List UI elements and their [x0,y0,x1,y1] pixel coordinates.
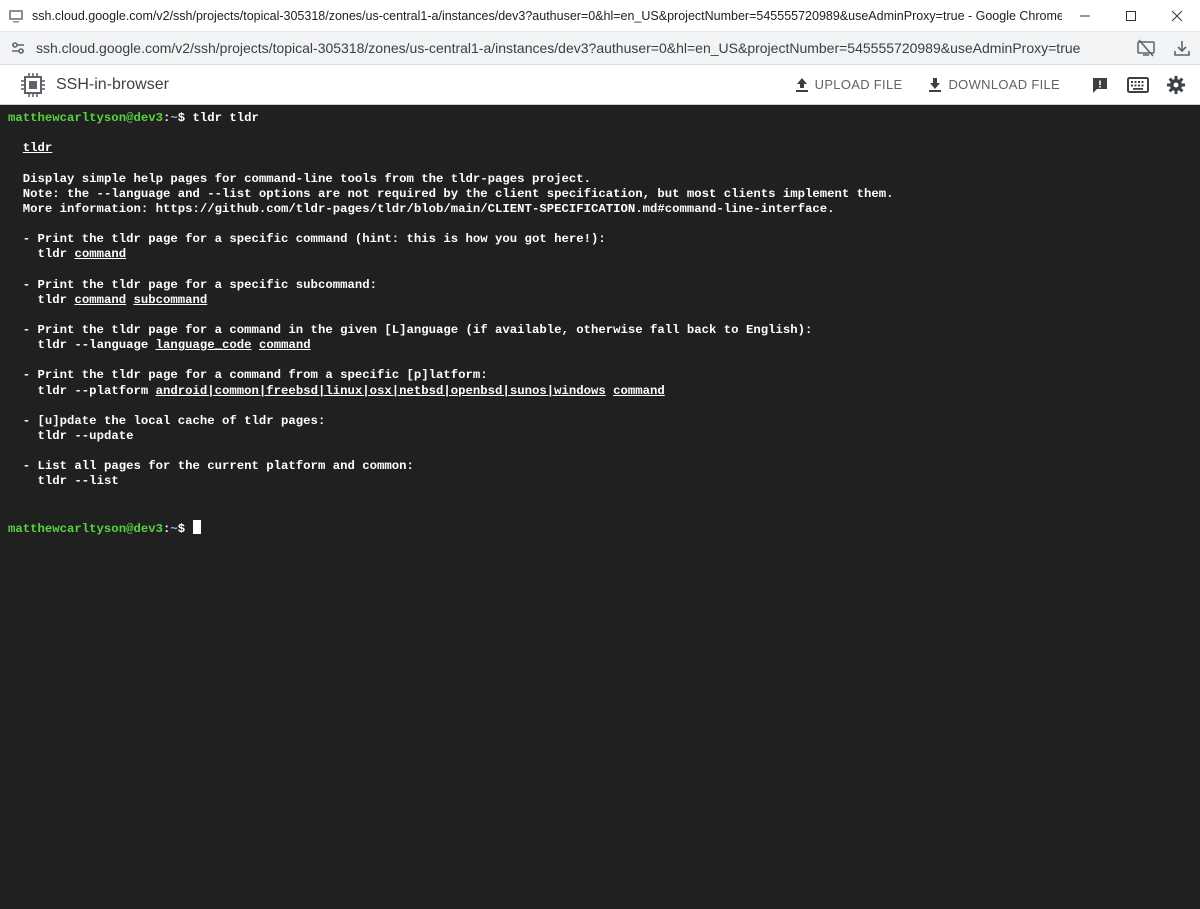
upload-icon [795,77,808,92]
gear-icon [1167,75,1185,94]
ssh-terminal-icon [9,9,23,22]
prompt-path: ~ [170,111,178,125]
keyboard-button[interactable] [1124,71,1152,99]
screen-share-off-icon [1137,39,1155,57]
prompt-symbol: $ [177,521,193,536]
maximize-button[interactable] [1108,0,1154,32]
download-file-label: DOWNLOAD FILE [948,77,1060,92]
example-command: tldr --update [8,429,1200,444]
example-description: - List all pages for the current platfor… [8,459,1200,474]
example-command: tldr command subcommand [8,293,1200,308]
example-command: tldr --platform android|common|freebsd|l… [8,384,1200,399]
command-literal: tldr --update [37,428,134,443]
example-command: tldr --language language_code command [8,338,1200,353]
description-line: More information: https://github.com/tld… [8,202,1200,217]
description-block: Display simple help pages for command-li… [8,172,1200,217]
example-description-text: - List all pages for the current platfor… [22,459,414,474]
url-field[interactable]: ssh.cloud.google.com/v2/ssh/projects/top… [36,40,1128,56]
keyboard-icon [1127,76,1149,93]
example-command: tldr --list [8,474,1200,489]
command-literal [252,338,259,352]
feedback-button[interactable] [1086,71,1114,99]
minimize-button[interactable] [1062,0,1108,32]
minimize-icon [1080,15,1090,16]
command-literal: tldr --language [37,338,156,353]
tldr-page-title: tldr [22,141,53,156]
description-text: More information: https://github.com/tld… [22,201,835,216]
example-description: - Print the tldr page for a specific sub… [8,278,1200,293]
example-description-text: - Print the tldr page for a specific sub… [22,277,377,292]
close-button[interactable] [1154,0,1200,32]
command-placeholder: language_code [155,338,252,353]
tune-icon [12,42,24,54]
command-placeholder: command [613,383,665,398]
prompt-user: matthewcarltyson@dev3 [8,521,163,536]
prompt-path: ~ [170,521,178,536]
ssh-toolbar: SSH-in-browser UPLOAD FILE DOWNLOAD FILE [0,65,1200,105]
command-literal: tldr --list [37,474,119,489]
download-file-button[interactable]: DOWNLOAD FILE [928,77,1060,93]
prompt-symbol: $ [177,111,193,125]
description-text: Note: the --language and --list options … [22,186,894,201]
site-info-button[interactable] [8,38,28,58]
example-description-text: - Print the tldr page for a command in t… [22,322,813,337]
command-literal: tldr [37,292,75,307]
prompt-user: matthewcarltyson@dev3 [8,111,163,125]
window-title: ssh.cloud.google.com/v2/ssh/projects/top… [32,8,1062,23]
example-description-text: - Print the tldr page for a specific com… [22,232,606,247]
terminal[interactable]: matthewcarltyson@dev3:~$ tldr tldr tldr … [0,105,1200,909]
address-bar: ssh.cloud.google.com/v2/ssh/projects/top… [0,32,1200,65]
description-line: Note: the --language and --list options … [8,187,1200,202]
command-placeholder: command [74,247,127,262]
close-icon [1171,10,1183,21]
command-placeholder: subcommand [133,292,208,307]
settings-button[interactable] [1162,71,1190,99]
command-text: tldr tldr [192,111,259,125]
example-description-text: - Print the tldr page for a command from… [22,368,488,383]
description-text: Display simple help pages for command-li… [22,171,591,186]
download-icon [929,77,942,92]
download-tray-icon [1174,41,1190,56]
compute-engine-chip-icon [21,72,45,97]
command-literal: tldr [37,247,75,262]
app-title: SSH-in-browser [56,75,169,93]
command-placeholder: command [74,292,127,307]
command-line: matthewcarltyson@dev3:~$ tldr tldr [8,111,1200,126]
examples-block: - Print the tldr page for a specific com… [8,217,1200,490]
upload-file-label: UPLOAD FILE [814,77,903,92]
downloads-button[interactable] [1164,32,1200,64]
example-description-text: - [u]pdate the local cache of tldr pages… [22,413,326,428]
command-placeholder: android|common|freebsd|linux|osx|netbsd|… [155,383,606,398]
example-description: - Print the tldr page for a specific com… [8,232,1200,247]
cast-off-button[interactable] [1128,32,1164,64]
example-command: tldr command [8,247,1200,262]
window-title-bar: ssh.cloud.google.com/v2/ssh/projects/top… [0,0,1200,32]
maximize-icon [1126,10,1136,21]
example-description: - [u]pdate the local cache of tldr pages… [8,414,1200,429]
command-placeholder: command [258,338,311,353]
example-description: - Print the tldr page for a command from… [8,368,1200,383]
terminal-cursor [192,519,201,534]
upload-file-button[interactable]: UPLOAD FILE [795,77,903,93]
active-prompt-line: matthewcarltyson@dev3:~$ [8,519,1200,536]
command-literal: tldr --platform [37,383,156,398]
description-line: Display simple help pages for command-li… [8,172,1200,187]
feedback-icon [1093,77,1107,93]
example-description: - Print the tldr page for a command in t… [8,323,1200,338]
